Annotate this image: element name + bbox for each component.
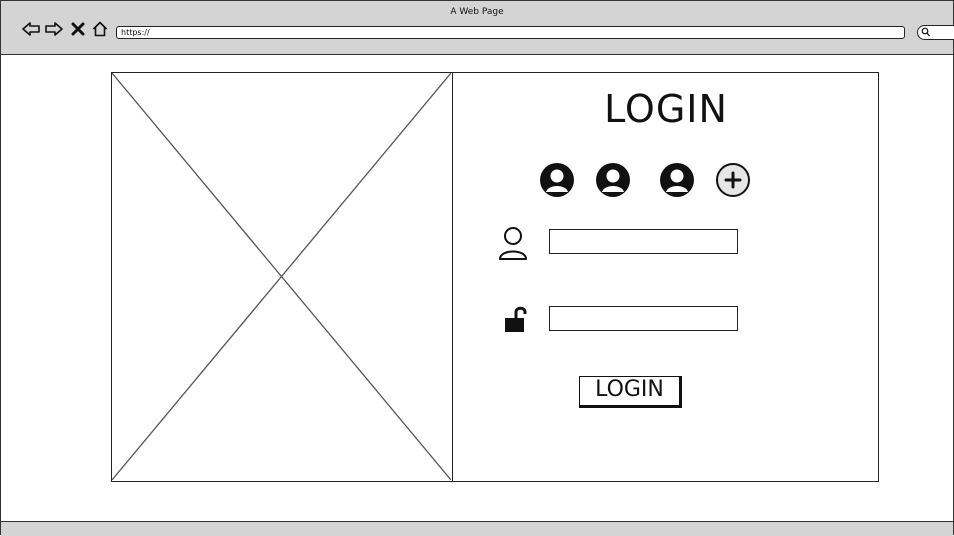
- user-avatar-icon[interactable]: [595, 162, 631, 198]
- user-avatar-icon[interactable]: [539, 162, 575, 198]
- browser-search-field[interactable]: [917, 25, 954, 40]
- user-icon: [497, 225, 529, 261]
- status-bar: [1, 521, 953, 536]
- forward-arrow-icon[interactable]: [44, 19, 64, 39]
- password-input[interactable]: [549, 306, 738, 331]
- search-icon: [921, 27, 930, 37]
- login-title: LOGIN: [604, 87, 728, 131]
- back-arrow-icon[interactable]: [21, 19, 41, 39]
- add-account-icon[interactable]: [715, 162, 751, 198]
- window-title: A Web Page: [450, 7, 504, 17]
- image-placeholder: [111, 72, 453, 482]
- user-avatar-icon[interactable]: [659, 162, 695, 198]
- login-panel: [453, 72, 879, 482]
- browser-window: A Web Page https:// LOGIN LOGIN: [0, 0, 954, 536]
- username-input[interactable]: [549, 229, 738, 254]
- login-button[interactable]: LOGIN: [579, 376, 682, 408]
- placeholder-cross: [112, 73, 451, 480]
- close-icon[interactable]: [68, 19, 88, 39]
- home-icon[interactable]: [90, 19, 110, 39]
- unlock-icon: [503, 305, 535, 341]
- browser-toolbar: A Web Page https://: [1, 1, 954, 55]
- address-bar[interactable]: https://: [116, 26, 905, 39]
